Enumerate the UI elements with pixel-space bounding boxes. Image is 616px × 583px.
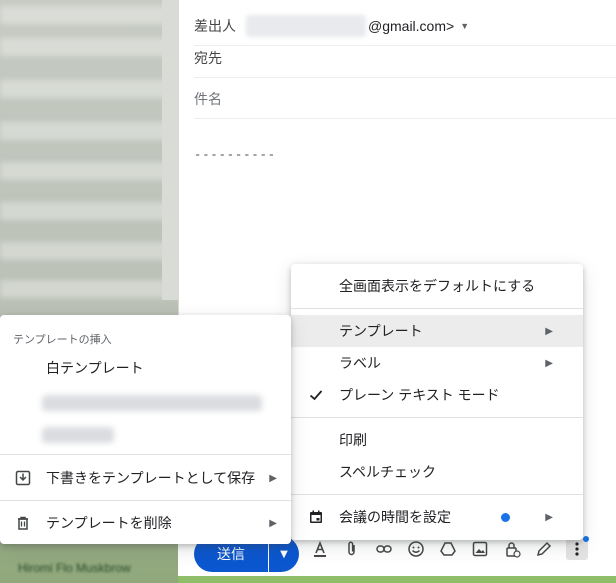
template-item-redacted[interactable] — [42, 395, 262, 411]
to-label: 宛先 — [194, 49, 222, 66]
menu-item-label: プレーン テキスト モード — [339, 387, 500, 403]
from-name-redacted — [246, 14, 366, 37]
menu-divider — [291, 308, 583, 309]
background-footer-text: Hiromi Flo Muskbrow — [18, 561, 131, 575]
menu-item-fullscreen-default[interactable]: 全画面表示をデフォルトにする — [291, 270, 583, 302]
template-item[interactable]: 白テンプレート — [0, 352, 291, 384]
from-label: 差出人 — [194, 17, 236, 34]
menu-item-label-text: ラベル — [339, 355, 381, 371]
save-draft-as-template[interactable]: 下書きをテンプレートとして保存 ▶ — [0, 462, 291, 494]
check-icon — [307, 386, 325, 404]
save-tray-icon — [13, 468, 33, 488]
background-edge — [178, 576, 616, 583]
menu-item-template[interactable]: テンプレート ▶ — [291, 315, 583, 347]
subject-field[interactable]: 件名 — [194, 79, 616, 119]
template-item-redacted[interactable] — [42, 427, 114, 443]
notification-dot — [583, 536, 589, 542]
menu-divider — [291, 494, 583, 495]
attach-icon[interactable] — [341, 538, 363, 560]
template-submenu: テンプレートの挿入 白テンプレート 下書きをテンプレートとして保存 ▶ テンプレ… — [0, 315, 291, 544]
menu-item-label: 会議の時間を設定 — [339, 509, 451, 525]
subject-placeholder: 件名 — [194, 90, 222, 107]
inbox-row — [0, 6, 182, 24]
inbox-row — [0, 280, 182, 298]
inbox-row — [0, 122, 182, 140]
menu-item-schedule-meeting[interactable]: 会議の時間を設定 ▶ — [291, 501, 583, 533]
inbox-row — [0, 38, 182, 56]
inbox-row — [0, 202, 182, 220]
delete-template[interactable]: テンプレートを削除 ▶ — [0, 507, 291, 539]
format-text-icon[interactable] — [309, 538, 331, 560]
menu-item-label: テンプレート — [339, 323, 423, 339]
signature-separator[interactable]: ---------- — [194, 148, 276, 162]
menu-divider — [291, 417, 583, 418]
menu-item-print[interactable]: 印刷 — [291, 424, 583, 456]
drive-icon[interactable] — [437, 538, 459, 560]
confidential-icon[interactable] — [501, 538, 523, 560]
inbox-row — [0, 242, 182, 260]
signature-icon[interactable] — [533, 538, 555, 560]
menu-item-label: 印刷 — [339, 432, 367, 448]
from-email: @gmail.com> — [368, 17, 455, 34]
delete-template-label: テンプレートを削除 — [46, 515, 172, 531]
trash-icon — [13, 513, 33, 533]
menu-item-label: スペルチェック — [339, 464, 437, 480]
menu-item-label: 全画面表示をデフォルトにする — [339, 278, 536, 294]
to-row[interactable]: 宛先 — [194, 38, 616, 78]
chevron-right-icon: ▶ — [545, 511, 553, 523]
menu-item-label[interactable]: ラベル ▶ — [291, 347, 583, 379]
from-dropdown-icon[interactable]: ▼ — [460, 21, 469, 31]
chevron-right-icon: ▶ — [545, 357, 553, 369]
chevron-right-icon: ▶ — [269, 472, 277, 484]
photo-icon[interactable] — [469, 538, 491, 560]
menu-item-plain-text-mode[interactable]: プレーン テキスト モード — [291, 379, 583, 411]
chevron-right-icon: ▶ — [269, 517, 277, 529]
calendar-icon — [307, 508, 325, 526]
template-item-label: 白テンプレート — [46, 360, 144, 376]
menu-divider — [0, 454, 291, 455]
emoji-icon[interactable] — [405, 538, 427, 560]
chevron-right-icon: ▶ — [545, 325, 553, 337]
inbox-row — [0, 162, 182, 180]
link-icon[interactable] — [373, 538, 395, 560]
save-template-label: 下書きをテンプレートとして保存 — [46, 470, 256, 486]
menu-item-spellcheck[interactable]: スペルチェック — [291, 456, 583, 488]
insert-template-heading: テンプレートの挿入 — [13, 334, 112, 346]
more-options-menu: 全画面表示をデフォルトにする テンプレート ▶ ラベル ▶ プレーン テキスト … — [291, 264, 583, 540]
menu-divider — [0, 500, 291, 501]
inbox-row — [0, 80, 182, 98]
new-feature-dot — [501, 512, 510, 522]
